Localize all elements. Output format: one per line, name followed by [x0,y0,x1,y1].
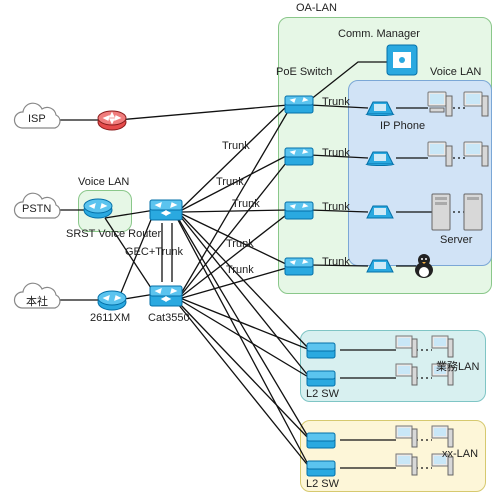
zone-biz-lan-label: 業務LAN [436,358,479,374]
comm-manager-label: Comm. Manager [338,28,420,40]
trunk-label-r4: Trunk [322,256,350,268]
biz-pc-1 [394,334,420,362]
cat3550-top [148,194,184,224]
cloud-isp-label: ISP [28,113,46,125]
router-2611xm [96,288,128,312]
router-2611xm-label: 2611XM [90,312,130,324]
cat3550-label: Cat3550 [148,312,190,324]
ip-phone-2 [364,146,396,170]
trunk-label-4: Trunk [226,238,254,250]
zone-voice-lan-right-label: Voice LAN [430,66,481,78]
server-1 [430,192,452,232]
poe-switch-label: PoE Switch [276,66,318,78]
cloud-hq-label: 本社 [26,293,48,309]
srst-router [82,196,114,220]
l2sw-biz-1 [306,340,336,360]
trunk-label-r1: Trunk [322,96,350,108]
pc-2 [462,90,490,120]
l2sw-xx-label: L2 SW [306,478,339,490]
trunk-label-2: Trunk [216,176,244,188]
ip-phone-4 [364,254,396,278]
pc-4 [462,140,490,170]
isp-router [96,108,128,132]
ip-phone-3 [364,200,396,224]
server-2 [462,192,484,232]
ip-phone-label: IP Phone [380,120,425,132]
ip-phone-1 [364,96,396,120]
l2sw-xx-2 [306,458,336,478]
xx-pc-3 [394,452,420,480]
zone-xx-lan-label: xx-LAN [442,448,478,460]
l2sw-biz-label: L2 SW [306,388,339,400]
gec-trunk-label: GEC+Trunk [125,246,183,258]
comm-manager-icon [384,42,420,78]
trunk-label-r2: Trunk [322,147,350,159]
trunk-label-5: Trunk [226,264,254,276]
cat3550-bottom [148,280,184,310]
l2sw-xx-1 [306,430,336,450]
server-label: Server [440,234,472,246]
zone-voice-lan-left-label: Voice LAN [78,176,129,188]
trunk-label-1: Trunk [222,140,250,152]
cloud-pstn-label: PSTN [22,203,51,215]
zone-oa-lan-label: OA-LAN [296,2,337,14]
srst-label: SRST Voice Router [66,228,146,240]
pc-3 [426,140,454,170]
poe-switch-3 [284,198,314,222]
pc-1 [426,90,454,120]
poe-switch-2 [284,144,314,168]
xx-pc-1 [394,424,420,452]
biz-pc-3 [394,362,420,390]
trunk-label-3: Trunk [232,198,260,210]
poe-switch-1 [284,92,314,116]
trunk-label-r3: Trunk [322,201,350,213]
poe-switch-4 [284,254,314,278]
l2sw-biz-2 [306,368,336,388]
penguin-icon [412,252,436,280]
